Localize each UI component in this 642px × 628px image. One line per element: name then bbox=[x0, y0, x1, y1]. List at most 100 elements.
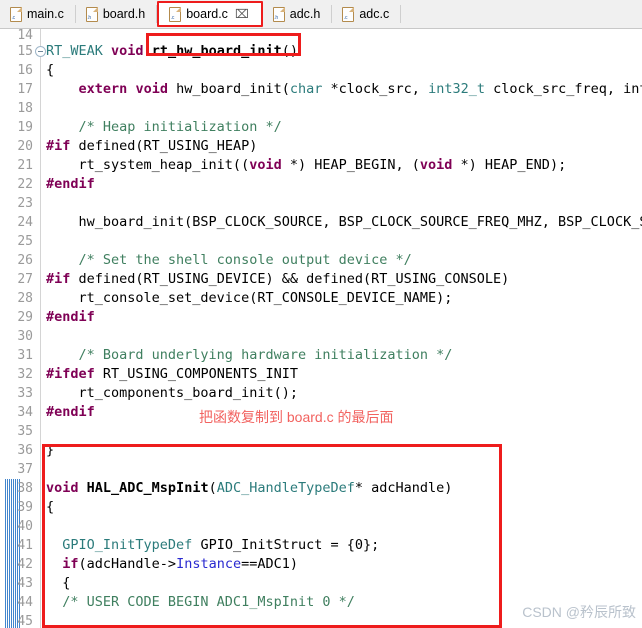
line-number: 33 bbox=[17, 386, 33, 401]
code-lines[interactable]: 14 15 RT_WEAK void rt_hw_board_init() 16 {17… bbox=[0, 29, 642, 628]
tab-board-c[interactable]: .c board.c ⌧ bbox=[157, 1, 263, 27]
code-line[interactable]: 42 if(adcHandle->Instance==ADC1) bbox=[0, 555, 642, 574]
code-line[interactable]: 41 GPIO_InitTypeDef GPIO_InitStruct = {0… bbox=[0, 536, 642, 555]
line-number: 41 bbox=[17, 538, 33, 553]
code-text: RT_WEAK void rt_hw_board_init() bbox=[46, 43, 299, 59]
code-line[interactable]: 36} bbox=[0, 441, 642, 460]
line-number: 39 bbox=[17, 500, 33, 515]
line-number: 32 bbox=[17, 367, 33, 382]
line-number: 25 bbox=[17, 234, 33, 249]
code-line[interactable]: 22 #endif bbox=[0, 175, 642, 194]
code-text: { bbox=[46, 62, 55, 78]
c-file-icon: .c bbox=[169, 6, 182, 22]
code-text: } bbox=[46, 442, 55, 458]
line-number: 38 bbox=[17, 481, 33, 496]
line-number: 29 bbox=[17, 310, 33, 325]
code-line[interactable]: 39 { bbox=[0, 498, 642, 517]
code-line[interactable]: 33 rt_components_board_init(); bbox=[0, 384, 642, 403]
watermark: CSDN @矜辰所致 bbox=[522, 604, 636, 620]
tab-adc-c[interactable]: .c adc.c bbox=[332, 0, 402, 28]
code-text: GPIO_InitTypeDef GPIO_InitStruct = {0}; bbox=[62, 537, 380, 553]
h-file-icon-label: .h bbox=[274, 14, 278, 21]
code-line[interactable]: 31 /* Board underlying hardware initiali… bbox=[0, 346, 642, 365]
line-number: 31 bbox=[17, 348, 33, 363]
line-number: 15 bbox=[17, 44, 33, 59]
code-line[interactable]: 14 bbox=[0, 29, 642, 42]
code-text: rt_system_heap_init((void *) HEAP_BEGIN,… bbox=[46, 157, 567, 173]
close-icon[interactable]: ⌧ bbox=[235, 8, 249, 20]
code-editor[interactable]: 14 15 RT_WEAK void rt_hw_board_init() 16 {17… bbox=[0, 29, 642, 628]
c-file-icon: .c bbox=[342, 6, 355, 22]
code-text: /* Heap initialization */ bbox=[46, 119, 282, 135]
line-number: 28 bbox=[17, 291, 33, 306]
line-number: 23 bbox=[17, 196, 33, 211]
line-number: 18 bbox=[17, 101, 33, 116]
code-text: hw_board_init(BSP_CLOCK_SOURCE, BSP_CLOC… bbox=[46, 214, 642, 230]
line-number: 16 bbox=[17, 63, 33, 78]
code-text: #endif bbox=[46, 309, 95, 325]
line-number: 24 bbox=[17, 215, 33, 230]
tab-divider bbox=[400, 5, 402, 23]
line-number: 43 bbox=[17, 576, 33, 591]
code-line[interactable]: 16 { bbox=[0, 61, 642, 80]
c-file-icon-label: .c bbox=[343, 14, 348, 21]
code-line[interactable]: 28 rt_console_set_device(RT_CONSOLE_DEVI… bbox=[0, 289, 642, 308]
code-line[interactable]: 23 bbox=[0, 194, 642, 213]
tab-label: board.h bbox=[102, 7, 146, 21]
line-number: 40 bbox=[17, 519, 33, 534]
line-number: 36 bbox=[17, 443, 33, 458]
code-text: rt_components_board_init(); bbox=[46, 385, 298, 401]
c-file-icon-label: .c bbox=[11, 14, 16, 21]
code-line[interactable]: 18 bbox=[0, 99, 642, 118]
c-file-icon: .c bbox=[10, 6, 22, 22]
tab-label: adc.c bbox=[359, 7, 390, 21]
line-number: 21 bbox=[17, 158, 33, 173]
h-file-icon: .h bbox=[272, 6, 285, 22]
code-line[interactable]: 38 void HAL_ADC_MspInit(ADC_HandleTypeDef… bbox=[0, 479, 642, 498]
line-number: 27 bbox=[17, 272, 33, 287]
code-text: #endif bbox=[46, 176, 95, 192]
code-line[interactable]: 24 hw_board_init(BSP_CLOCK_SOURCE, BSP_C… bbox=[0, 213, 642, 232]
code-line[interactable]: 43 { bbox=[0, 574, 642, 593]
code-line[interactable]: 26 /* Set the shell console output devic… bbox=[0, 251, 642, 270]
code-line[interactable]: 15 RT_WEAK void rt_hw_board_init() bbox=[0, 42, 642, 61]
code-text: { bbox=[46, 575, 71, 591]
line-number: 20 bbox=[17, 139, 33, 154]
tab-board-h[interactable]: .h board.h bbox=[75, 0, 158, 28]
code-text: /* Set the shell console output device *… bbox=[46, 252, 412, 268]
code-line[interactable]: 40 bbox=[0, 517, 642, 536]
code-line[interactable]: 17 extern void hw_board_init(char *clock… bbox=[0, 80, 642, 99]
h-file-icon-label: .h bbox=[87, 14, 91, 21]
code-line[interactable]: 25 bbox=[0, 232, 642, 251]
line-number: 22 bbox=[17, 177, 33, 192]
line-number: 42 bbox=[17, 557, 33, 572]
c-file-icon-label: .c bbox=[170, 14, 175, 21]
code-text: { bbox=[46, 499, 55, 515]
code-text: /* Board underlying hardware initializat… bbox=[46, 347, 453, 363]
line-number: 37 bbox=[17, 462, 33, 477]
code-line[interactable]: 21 rt_system_heap_init((void *) HEAP_BEG… bbox=[0, 156, 642, 175]
code-line[interactable]: 30 bbox=[0, 327, 642, 346]
code-text: rt_console_set_device(RT_CONSOLE_DEVICE_… bbox=[46, 290, 453, 306]
tab-adc-h[interactable]: .h adc.h bbox=[262, 0, 333, 28]
code-text: extern void hw_board_init(char *clock_sr… bbox=[78, 81, 642, 97]
code-line[interactable]: 20 #if defined(RT_USING_HEAP) bbox=[0, 137, 642, 156]
editor-tab-bar: .c main.c .h board.h .c board.c ⌧ .h adc… bbox=[0, 0, 642, 29]
code-line[interactable]: 19 /* Heap initialization */ bbox=[0, 118, 642, 137]
line-number: 14 bbox=[17, 29, 33, 42]
tab-main-c[interactable]: .c main.c bbox=[0, 0, 76, 28]
h-file-icon: .h bbox=[85, 6, 98, 22]
code-line[interactable]: 29 #endif bbox=[0, 308, 642, 327]
code-line[interactable]: 32 #ifdef RT_USING_COMPONENTS_INIT bbox=[0, 365, 642, 384]
line-number: 30 bbox=[17, 329, 33, 344]
code-line[interactable]: 37 bbox=[0, 460, 642, 479]
line-number: 44 bbox=[17, 595, 33, 610]
line-number: 19 bbox=[17, 120, 33, 135]
code-text: #ifdef RT_USING_COMPONENTS_INIT bbox=[46, 366, 298, 382]
line-number: 35 bbox=[17, 424, 33, 439]
fold-collapse-icon[interactable] bbox=[35, 46, 46, 57]
code-text: #if defined(RT_USING_DEVICE) && defined(… bbox=[46, 271, 510, 287]
code-line[interactable]: 27 #if defined(RT_USING_DEVICE) && define… bbox=[0, 270, 642, 289]
code-text: void HAL_ADC_MspInit(ADC_HandleTypeDef* … bbox=[46, 480, 453, 496]
code-text: if(adcHandle->Instance==ADC1) bbox=[62, 556, 299, 572]
